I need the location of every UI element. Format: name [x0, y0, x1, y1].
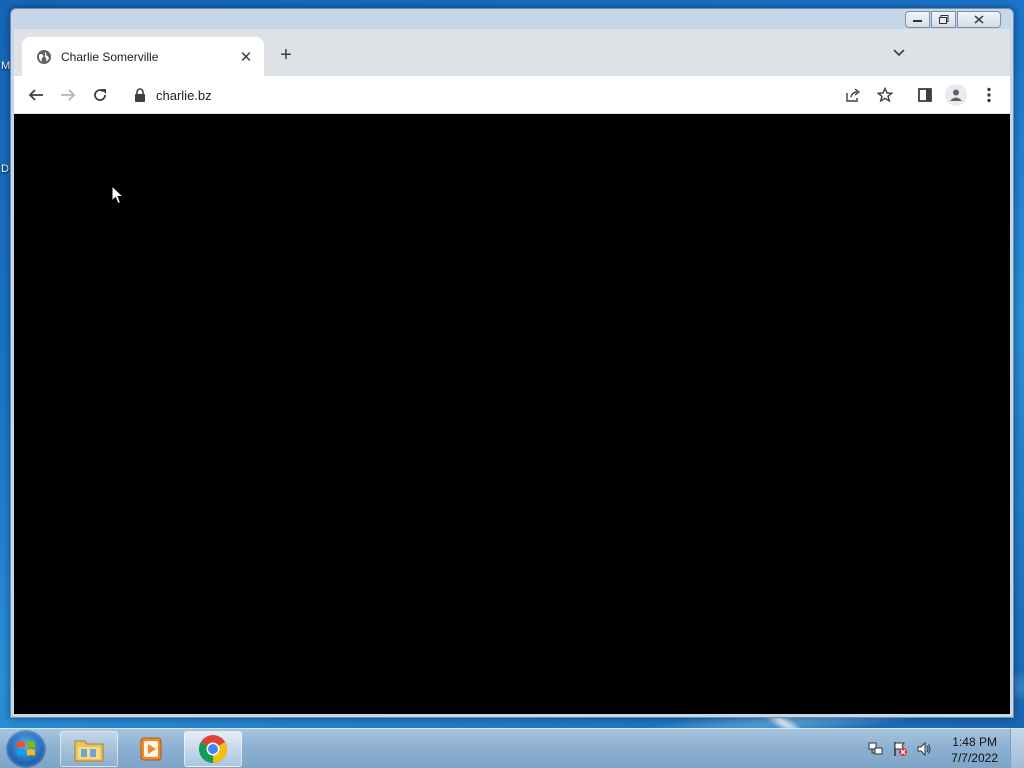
tab-close-icon[interactable]: ✕	[238, 48, 254, 66]
tab-active[interactable]: Charlie Somerville ✕	[22, 37, 264, 76]
globe-icon	[37, 49, 51, 64]
star-icon	[877, 87, 893, 103]
taskbar-file-explorer[interactable]	[60, 731, 118, 767]
close-window-button[interactable]	[957, 11, 1001, 28]
menu-icon	[987, 87, 991, 103]
toolbar: charlie.bz	[14, 76, 1010, 114]
reload-icon	[94, 89, 106, 101]
page-content[interactable]	[14, 115, 1010, 714]
window-controls	[905, 11, 1001, 28]
system-tray	[868, 741, 932, 757]
clock[interactable]: 1:48 PM 7/7/2022	[951, 734, 998, 766]
windows-logo-icon	[17, 741, 35, 756]
clock-time: 1:48 PM	[952, 735, 997, 749]
taskbar: 1:48 PM 7/7/2022	[0, 728, 1024, 768]
profile-icon	[950, 89, 962, 101]
back-icon	[28, 89, 43, 101]
action-center-flag-icon[interactable]	[892, 741, 908, 757]
reload-button[interactable]	[91, 86, 109, 104]
taskbar-chrome[interactable]	[184, 731, 242, 767]
network-icon[interactable]	[868, 741, 884, 757]
desktop-icon-label[interactable]: D	[1, 163, 9, 175]
back-button[interactable]	[27, 86, 45, 104]
volume-icon[interactable]	[916, 741, 932, 757]
show-desktop-button[interactable]	[1010, 729, 1024, 768]
maximize-button[interactable]	[931, 11, 956, 28]
new-tab-button[interactable]: +	[276, 44, 296, 67]
address-bar[interactable]: charlie.bz	[124, 80, 864, 110]
forward-icon	[61, 89, 76, 101]
share-button[interactable]	[844, 86, 862, 104]
tab-strip: Charlie Somerville ✕ +	[14, 29, 1010, 76]
minimize-button[interactable]	[905, 11, 930, 28]
mouse-cursor-icon	[111, 185, 125, 205]
profile-button[interactable]	[945, 84, 967, 106]
menu-button[interactable]	[980, 86, 998, 104]
url-text[interactable]: charlie.bz	[156, 88, 212, 103]
start-button[interactable]	[6, 730, 46, 768]
lock-icon[interactable]	[134, 88, 146, 102]
chrome-icon	[199, 735, 227, 763]
folder-icon	[74, 740, 104, 762]
bookmark-button[interactable]	[876, 86, 894, 104]
tab-search-icon[interactable]	[892, 46, 906, 60]
taskbar-media-player[interactable]	[122, 731, 180, 767]
forward-button[interactable]	[59, 86, 77, 104]
side-panel-button[interactable]	[916, 86, 934, 104]
close-icon	[974, 15, 984, 24]
minimize-icon	[912, 19, 922, 22]
browser-window: Charlie Somerville ✕ + charlie.bz	[10, 8, 1014, 718]
tab-title: Charlie Somerville	[61, 49, 159, 64]
share-icon	[846, 88, 861, 102]
media-player-icon	[140, 737, 162, 761]
restore-icon	[938, 15, 948, 24]
desktop-icon-label[interactable]: M	[1, 60, 10, 72]
chrome-frame: Charlie Somerville ✕ + charlie.bz	[14, 29, 1010, 714]
side-panel-icon	[918, 88, 932, 102]
clock-date: 7/7/2022	[951, 751, 998, 765]
